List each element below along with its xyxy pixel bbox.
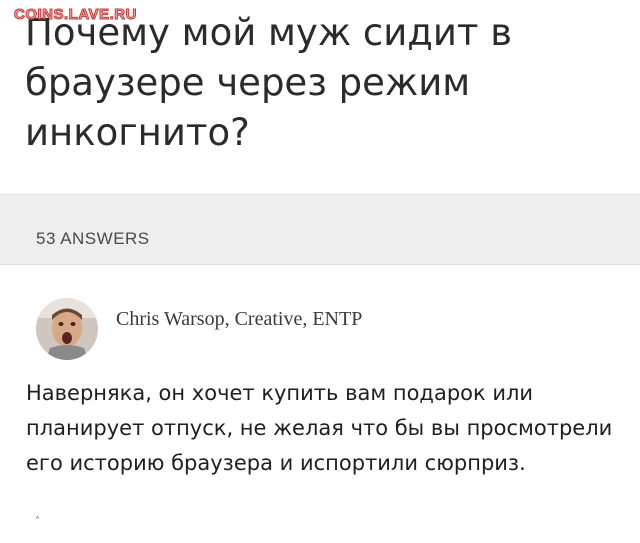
user-avatar-photo-icon: [36, 298, 98, 360]
question-title: Почему мой муж сидит в браузере через ре…: [25, 11, 513, 154]
answers-count: 53 ANSWERS: [36, 229, 150, 248]
watermark: COINS.LAVE.RU: [14, 6, 137, 24]
page: COINS.LAVE.RU Почему мой муж сидит в бра…: [0, 0, 640, 543]
author-name[interactable]: Chris Warsop, Creative, ENTP: [116, 308, 362, 331]
answer-text: Наверняка, он хочет купить вам подарок и…: [26, 381, 613, 475]
author-avatar[interactable]: [36, 298, 98, 360]
collapse-caret-icon[interactable]: ˄: [35, 516, 40, 527]
answers-header: 53 ANSWERS: [0, 193, 640, 265]
answer-author-row: Chris Warsop, Creative, ENTP: [36, 296, 362, 362]
